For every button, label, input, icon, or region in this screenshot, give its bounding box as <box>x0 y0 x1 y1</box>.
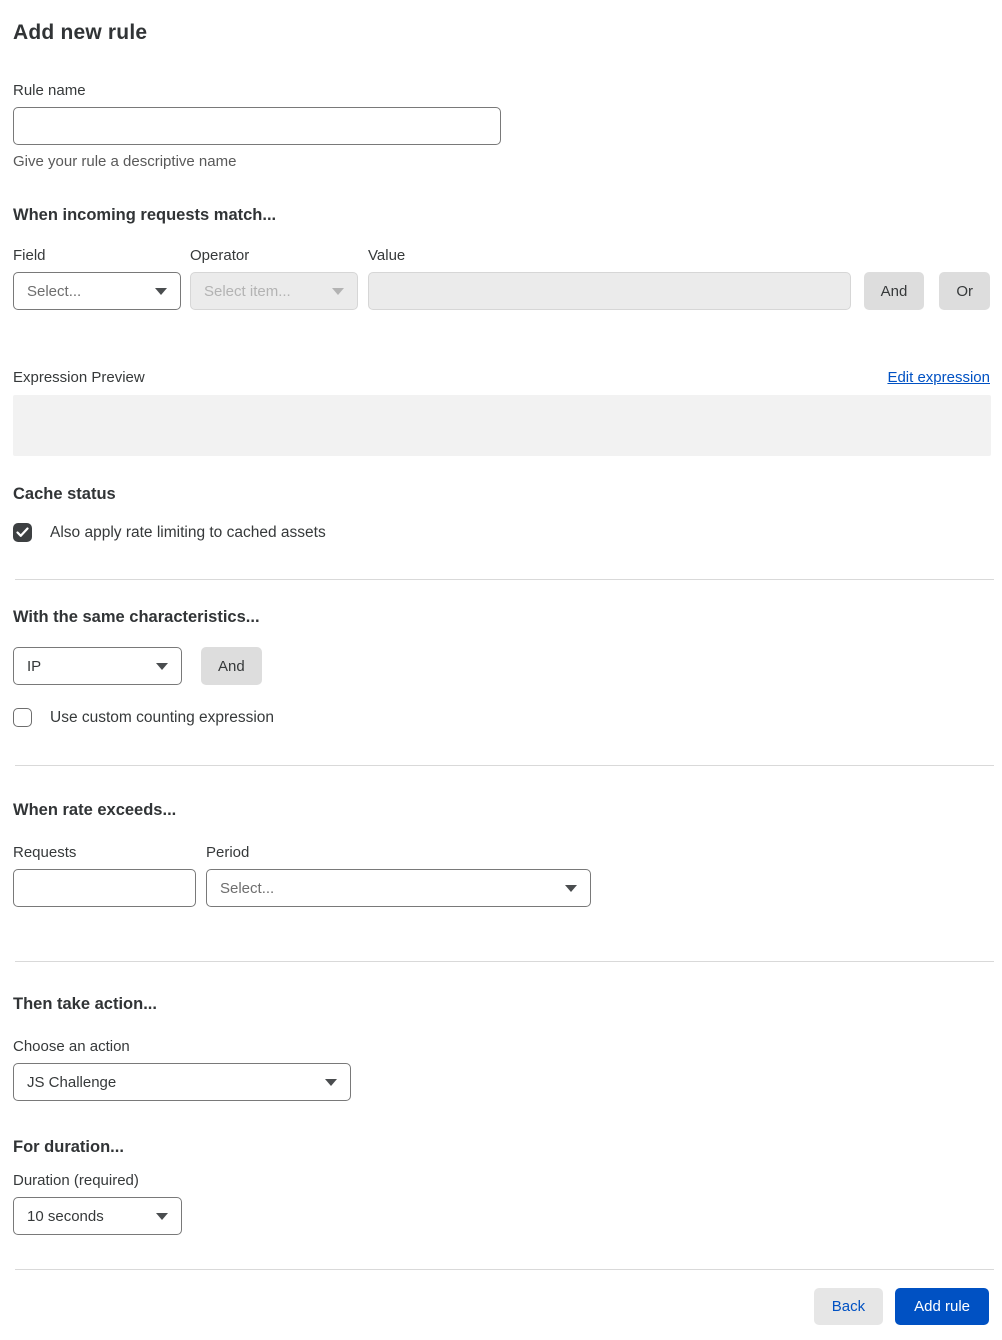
field-select-value: Select... <box>27 282 82 300</box>
operator-select: Select item... <box>190 272 358 310</box>
value-input <box>368 272 851 310</box>
custom-counting-checkbox[interactable] <box>13 708 32 727</box>
expression-preview-label: Expression Preview <box>13 369 145 386</box>
cached-assets-checkbox[interactable] <box>13 523 32 542</box>
characteristics-section-heading: With the same characteristics... <box>13 608 260 626</box>
requests-input[interactable] <box>13 869 196 907</box>
duration-select-value: 10 seconds <box>27 1207 104 1225</box>
divider <box>15 1269 994 1270</box>
period-select[interactable]: Select... <box>206 869 591 907</box>
divider <box>15 579 994 580</box>
characteristic-select-value: IP <box>27 657 42 675</box>
operator-label: Operator <box>190 247 250 264</box>
rate-row: Requests Period Select... <box>13 844 990 907</box>
footer-actions: Back Add rule <box>13 1288 990 1325</box>
chevron-down-icon <box>325 1078 337 1086</box>
chevron-down-icon <box>565 884 577 892</box>
rule-name-label: Rule name <box>13 82 86 99</box>
value-group: Value <box>368 247 851 310</box>
duration-label: Duration (required) <box>13 1172 139 1189</box>
divider <box>15 961 994 962</box>
duration-group: Duration (required) 10 seconds <box>13 1172 990 1235</box>
requests-label: Requests <box>13 844 77 861</box>
edit-expression-link[interactable]: Edit expression <box>887 369 990 386</box>
chevron-down-icon <box>155 287 167 295</box>
rule-name-group: Rule name Give your rule a descriptive n… <box>13 82 990 170</box>
field-group: Field Select... <box>13 247 181 310</box>
checkmark-icon <box>16 527 29 537</box>
field-select[interactable]: Select... <box>13 272 181 310</box>
match-builder-row: Field Select... Operator Select item... … <box>13 247 990 310</box>
cache-checkbox-row: Also apply rate limiting to cached asset… <box>13 523 990 542</box>
and-button[interactable]: And <box>863 272 925 310</box>
action-select[interactable]: JS Challenge <box>13 1063 351 1101</box>
rule-name-input[interactable] <box>13 107 501 145</box>
custom-counting-label: Use custom counting expression <box>50 708 275 726</box>
add-rule-button[interactable]: Add rule <box>895 1288 989 1325</box>
chevron-down-icon <box>156 1212 168 1220</box>
or-button[interactable]: Or <box>939 272 990 310</box>
characteristic-select[interactable]: IP <box>13 647 182 685</box>
characteristics-row: IP And <box>13 647 990 685</box>
duration-select[interactable]: 10 seconds <box>13 1197 182 1235</box>
action-group: Choose an action JS Challenge <box>13 1038 990 1101</box>
action-label: Choose an action <box>13 1038 130 1055</box>
divider <box>15 765 994 766</box>
page-title: Add new rule <box>13 21 148 44</box>
characteristic-and-button[interactable]: And <box>201 647 262 685</box>
requests-group: Requests <box>13 844 196 907</box>
operator-select-value: Select item... <box>204 282 291 300</box>
chevron-down-icon <box>156 662 168 670</box>
duration-section-heading: For duration... <box>13 1138 124 1156</box>
operator-group: Operator Select item... <box>190 247 358 310</box>
period-label: Period <box>206 844 250 861</box>
rule-name-help: Give your rule a descriptive name <box>13 153 237 170</box>
add-rule-form: Add new rule Rule name Give your rule a … <box>0 0 1002 1325</box>
match-section-heading: When incoming requests match... <box>13 206 277 224</box>
action-section-heading: Then take action... <box>13 995 157 1013</box>
period-group: Period Select... <box>206 844 591 907</box>
back-button[interactable]: Back <box>813 1288 884 1325</box>
cache-section-heading: Cache status <box>13 485 116 503</box>
period-select-value: Select... <box>220 879 275 897</box>
cached-assets-label: Also apply rate limiting to cached asset… <box>50 523 326 541</box>
field-label: Field <box>13 247 46 264</box>
chevron-down-icon <box>332 287 344 295</box>
rate-section-heading: When rate exceeds... <box>13 801 177 819</box>
value-label: Value <box>368 247 406 264</box>
custom-counting-row: Use custom counting expression <box>13 708 990 727</box>
expression-preview-row: Expression Preview Edit expression <box>13 369 990 386</box>
expression-preview-box <box>13 395 991 456</box>
action-select-value: JS Challenge <box>27 1073 117 1091</box>
